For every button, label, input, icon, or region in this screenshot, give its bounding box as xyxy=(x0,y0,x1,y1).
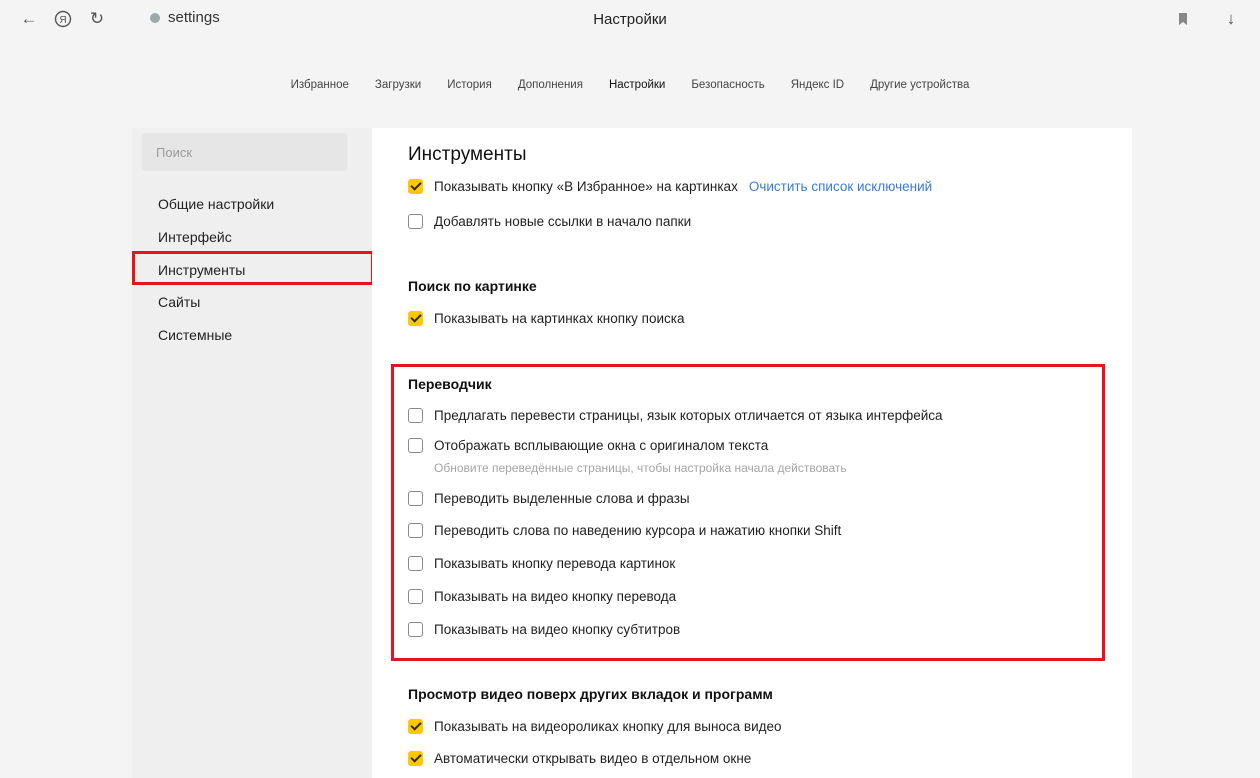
settings-nav: Избранное Загрузки История Дополнения На… xyxy=(0,77,1260,93)
checkbox-checked[interactable] xyxy=(408,751,423,766)
tab-security[interactable]: Безопасность xyxy=(689,77,766,93)
option-new-links-top[interactable]: Добавлять новые ссылки в начало папки xyxy=(408,214,691,229)
search-input[interactable]: Поиск xyxy=(142,133,347,171)
address-text: settings xyxy=(168,9,220,26)
clear-exceptions-link[interactable]: Очистить список исключений xyxy=(749,179,932,194)
address-bar[interactable]: settings xyxy=(150,9,220,26)
sidebar-item-general[interactable]: Общие настройки xyxy=(158,196,274,212)
back-arrow-icon[interactable]: ← xyxy=(18,8,40,30)
reload-icon[interactable]: ↻ xyxy=(86,8,108,30)
browser-toolbar: ← Я ↻ settings Настройки ↓ xyxy=(0,0,1260,40)
tab-history[interactable]: История xyxy=(445,77,494,93)
option-favorites-button[interactable]: Показывать кнопку «В Избранное» на карти… xyxy=(408,179,932,194)
option-video-popout-button[interactable]: Показывать на видеороликах кнопку для вы… xyxy=(408,719,782,734)
sidebar-item-system[interactable]: Системные xyxy=(158,327,232,343)
option-label: Показывать на картинках кнопку поиска xyxy=(434,311,685,326)
sidebar-item-sites[interactable]: Сайты xyxy=(158,294,200,310)
checkbox-checked[interactable] xyxy=(408,719,423,734)
option-auto-open-video[interactable]: Автоматически открывать видео в отдельно… xyxy=(408,751,751,766)
site-icon xyxy=(150,12,160,23)
download-icon[interactable]: ↓ xyxy=(1220,8,1242,30)
tab-settings[interactable]: Настройки xyxy=(607,77,667,93)
tab-extensions[interactable]: Дополнения xyxy=(516,77,585,93)
section-title-image-search: Поиск по картинке xyxy=(408,278,537,294)
bookmark-icon[interactable] xyxy=(1172,8,1194,30)
highlight-box-sidebar xyxy=(132,251,374,285)
section-title-video-overlay: Просмотр видео поверх других вкладок и п… xyxy=(408,686,773,702)
option-label: Автоматически открывать видео в отдельно… xyxy=(434,751,752,766)
settings-sidebar: Поиск Общие настройки Интерфейс Инструме… xyxy=(132,128,372,778)
tab-favorites[interactable]: Избранное xyxy=(289,77,351,93)
checkbox-checked[interactable] xyxy=(408,311,423,326)
section-title-tools: Инструменты xyxy=(408,144,527,165)
svg-text:Я: Я xyxy=(59,15,66,26)
yandex-logo-icon[interactable]: Я xyxy=(52,8,74,30)
highlight-box-translator xyxy=(391,364,1105,661)
tab-downloads[interactable]: Загрузки xyxy=(373,77,423,93)
checkbox[interactable] xyxy=(408,214,423,229)
sidebar-item-interface[interactable]: Интерфейс xyxy=(158,229,232,245)
checkbox-checked[interactable] xyxy=(408,179,423,194)
tab-other-devices[interactable]: Другие устройства xyxy=(868,77,971,93)
option-label: Показывать на видеороликах кнопку для вы… xyxy=(434,719,782,734)
option-label: Показывать кнопку «В Избранное» на карти… xyxy=(434,179,738,194)
option-image-search-button[interactable]: Показывать на картинках кнопку поиска xyxy=(408,311,684,326)
option-label: Добавлять новые ссылки в начало папки xyxy=(434,214,692,229)
tab-yandex-id[interactable]: Яндекс ID xyxy=(789,77,846,93)
